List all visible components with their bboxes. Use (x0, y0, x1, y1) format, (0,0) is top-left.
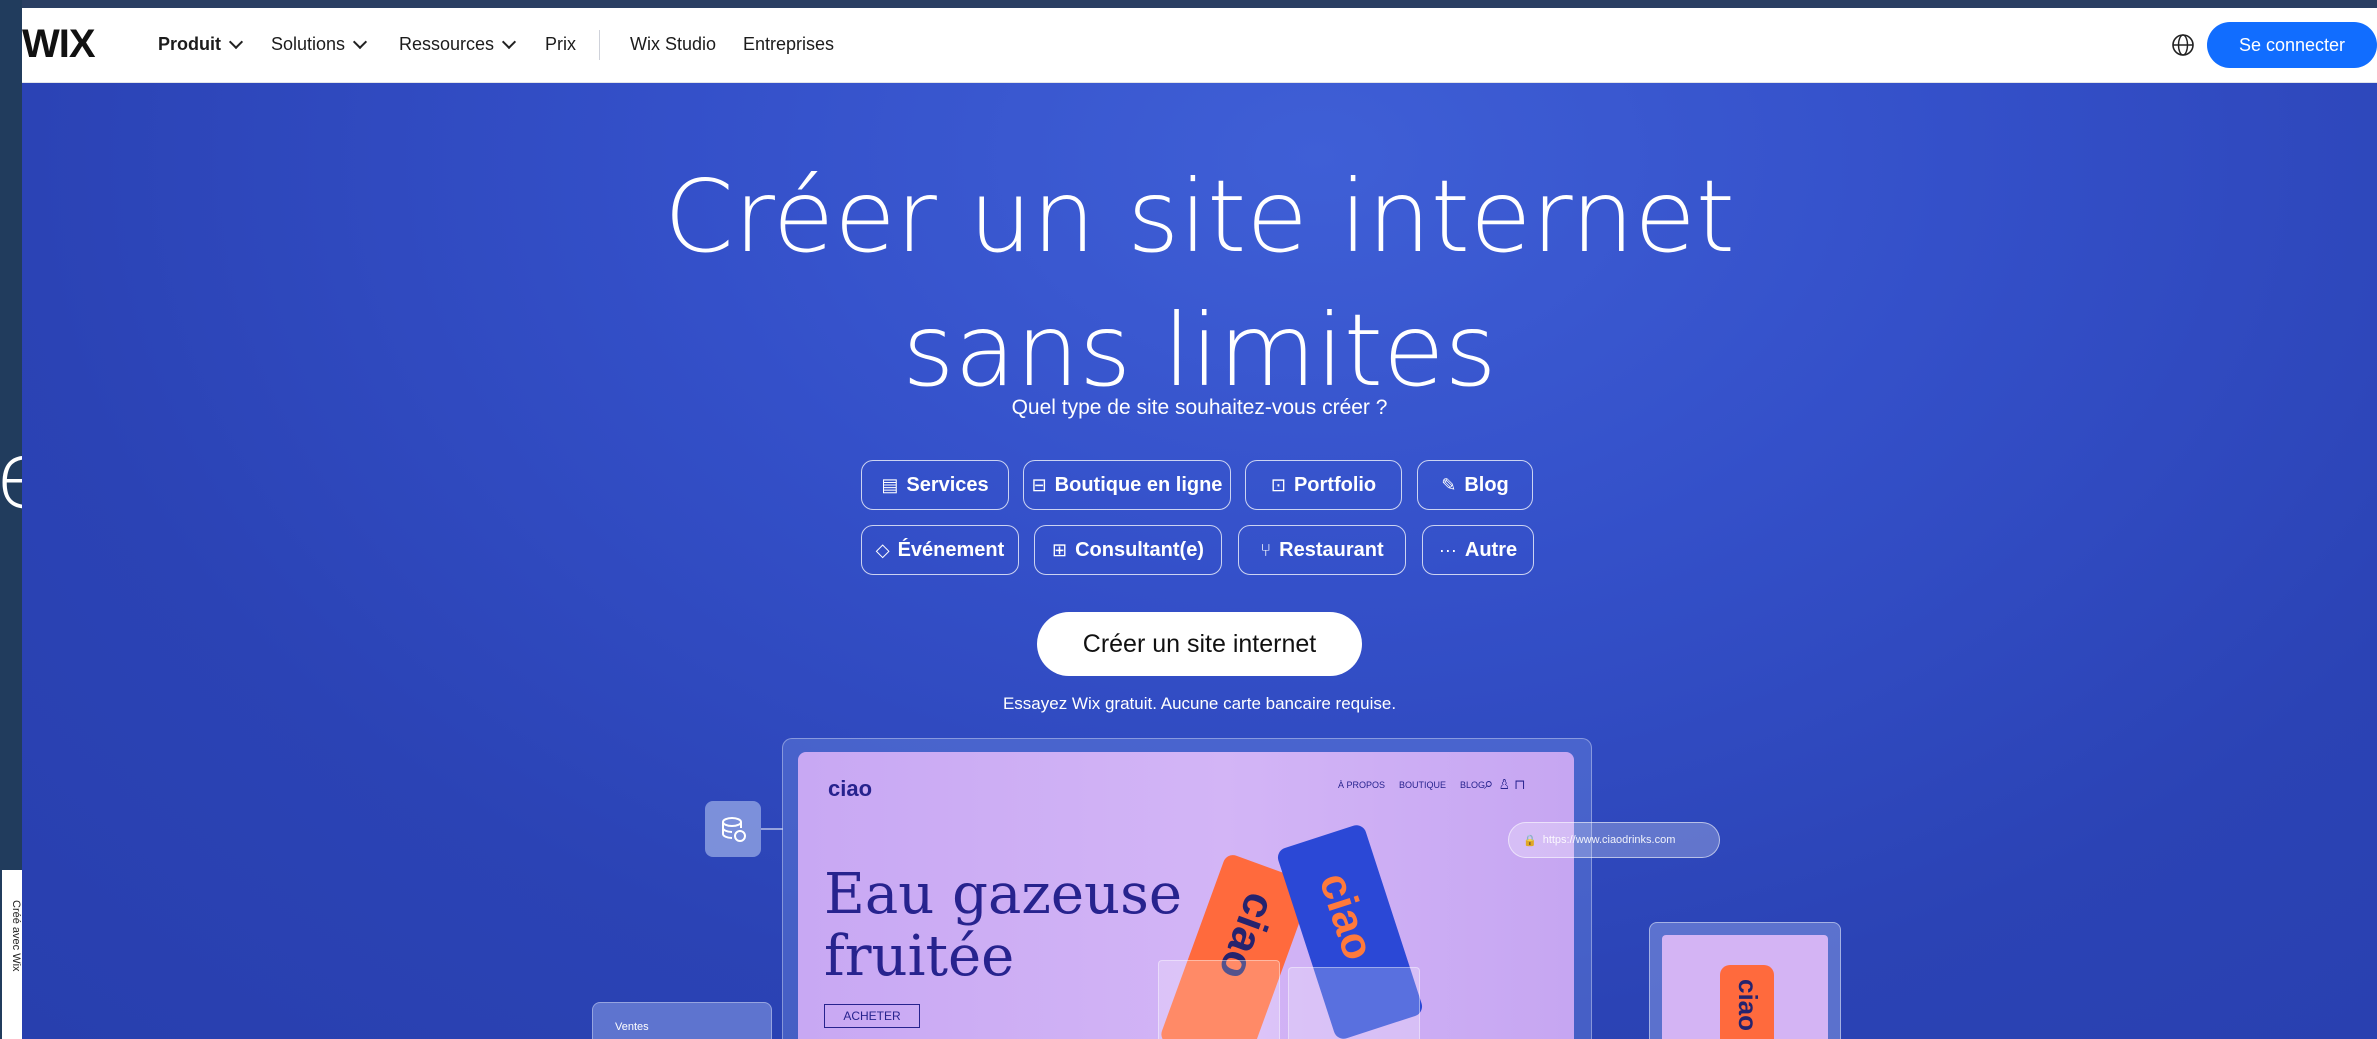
preview-nav-icons: ⌕♙⊓ (1484, 774, 1529, 794)
nav-item-label: Entreprises (743, 34, 835, 54)
portfolio-icon: ⊡ (1270, 474, 1286, 495)
preview-nav: À PROPOS BOUTIQUE BLOG (1338, 780, 1485, 790)
briefcase-icon: ⊞ (1052, 539, 1068, 560)
chip-restaurant[interactable]: ⑂ Restaurant (1238, 525, 1406, 575)
chip-portfolio[interactable]: ⊡ Portfolio (1245, 460, 1402, 510)
sales-widget: Ventes (592, 1002, 772, 1039)
mobile-preview: ciao (1649, 922, 1841, 1039)
nav-item-label: Produit (158, 34, 221, 54)
chip-evenement[interactable]: ◇ Événement (861, 525, 1019, 575)
chip-label: Services (906, 473, 989, 496)
site-type-question: Quel type de site souhaitez-vous créer ? (1011, 396, 1388, 419)
store-icon: ⊟ (1031, 474, 1047, 495)
nav-item-wix-studio[interactable]: Wix Studio (630, 34, 716, 55)
chip-consultant[interactable]: ⊞ Consultant(e) (1034, 525, 1222, 575)
chip-label: Événement (897, 538, 1005, 561)
preview-nav-item: À PROPOS (1338, 780, 1386, 790)
chip-label: Boutique en ligne (1054, 473, 1223, 496)
globe-icon[interactable] (2170, 32, 2196, 58)
nav-item-prix[interactable]: Prix (545, 34, 576, 55)
chip-label: Blog (1464, 473, 1509, 496)
connector-line (761, 828, 783, 830)
top-navigation: WIX Produit Solutions Ressources Prix Wi… (22, 8, 2377, 83)
free-trial-note: Essayez Wix gratuit. Aucune carte bancai… (1002, 694, 1397, 713)
preview-url-bar: 🔒 https://www.ciaodrinks.com (1508, 822, 1720, 858)
event-icon: ◇ (875, 539, 890, 560)
chip-services[interactable]: ▤ Services (861, 460, 1009, 510)
database-icon (705, 801, 761, 857)
chip-label: Consultant(e) (1075, 538, 1204, 561)
browser-top-strip (22, 0, 2377, 8)
user-icon: ♙ (1497, 774, 1516, 793)
hero-title-line: Créer un site internet (664, 158, 1735, 275)
chip-blog[interactable]: ✎ Blog (1417, 460, 1533, 510)
nav-item-produit[interactable]: Produit (158, 34, 244, 55)
lock-icon: 🔒 (1523, 834, 1537, 847)
preview-brand-logo: ciao (828, 776, 873, 801)
nav-item-label: Wix Studio (630, 34, 717, 54)
nav-divider (599, 30, 600, 60)
mobile-preview-screen: ciao (1662, 935, 1828, 1039)
preview-headline-line: fruitée (824, 924, 1015, 989)
cutlery-icon: ⑂ (1260, 539, 1272, 560)
blog-icon: ✎ (1441, 474, 1457, 495)
login-button[interactable]: Se connecter (2207, 22, 2377, 68)
chip-label: Autre (1464, 538, 1518, 561)
glass-image (1288, 967, 1420, 1039)
chip-label: Portfolio (1293, 473, 1377, 496)
nav-item-label: Solutions (271, 34, 346, 54)
nav-item-ressources[interactable]: Ressources (399, 34, 517, 55)
can-label: ciao (1309, 866, 1384, 966)
chip-autre[interactable]: ··· Autre (1422, 525, 1534, 575)
chevron-down-icon (501, 34, 517, 49)
search-icon: ⌕ (1484, 774, 1498, 793)
preview-headline: Eau gazeuse fruitée (824, 864, 1182, 988)
can-label: ciao (1733, 979, 1763, 1032)
slide-side-tab-text: Créé avec Wix (10, 900, 22, 972)
bag-icon: ⊓ (1515, 774, 1529, 793)
slide-side-tab: Créé avec Wix (2, 870, 22, 1039)
services-icon: ▤ (881, 474, 899, 495)
preview-url: https://www.ciaodrinks.com (1542, 834, 1676, 846)
chevron-down-icon (352, 34, 368, 49)
sales-label: Ventes (615, 1021, 649, 1033)
preview-buy-button: ACHETER (824, 1004, 920, 1028)
slide-left-strip: s ger, Créé avec Wix (0, 0, 22, 1039)
nav-item-label: Prix (545, 34, 576, 54)
orange-can-image: ciao (1720, 965, 1774, 1039)
more-icon: ··· (1438, 539, 1457, 560)
preview-nav-item: BLOG (1460, 780, 1486, 790)
wix-logo[interactable]: WIX (22, 22, 96, 67)
nav-item-solutions[interactable]: Solutions (271, 34, 368, 55)
chevron-down-icon (228, 34, 244, 49)
chip-label: Restaurant (1279, 538, 1384, 561)
wix-homepage-screenshot: WIX Produit Solutions Ressources Prix Wi… (22, 0, 2377, 1039)
preview-headline-line: Eau gazeuse (824, 862, 1182, 927)
preview-website: ciao À PROPOS BOUTIQUE BLOG ⌕♙⊓ Eau gaze… (798, 752, 1574, 1039)
hero-title: Créer un site internet sans limites (22, 150, 2377, 418)
glass-image (1158, 960, 1280, 1039)
create-site-button[interactable]: Créer un site internet (1037, 612, 1362, 676)
chip-boutique[interactable]: ⊟ Boutique en ligne (1023, 460, 1231, 510)
slide-text-fragment: ger, (0, 430, 22, 522)
nav-item-label: Ressources (399, 34, 495, 54)
nav-item-entreprises[interactable]: Entreprises (743, 34, 834, 55)
preview-nav-item: BOUTIQUE (1399, 780, 1447, 790)
